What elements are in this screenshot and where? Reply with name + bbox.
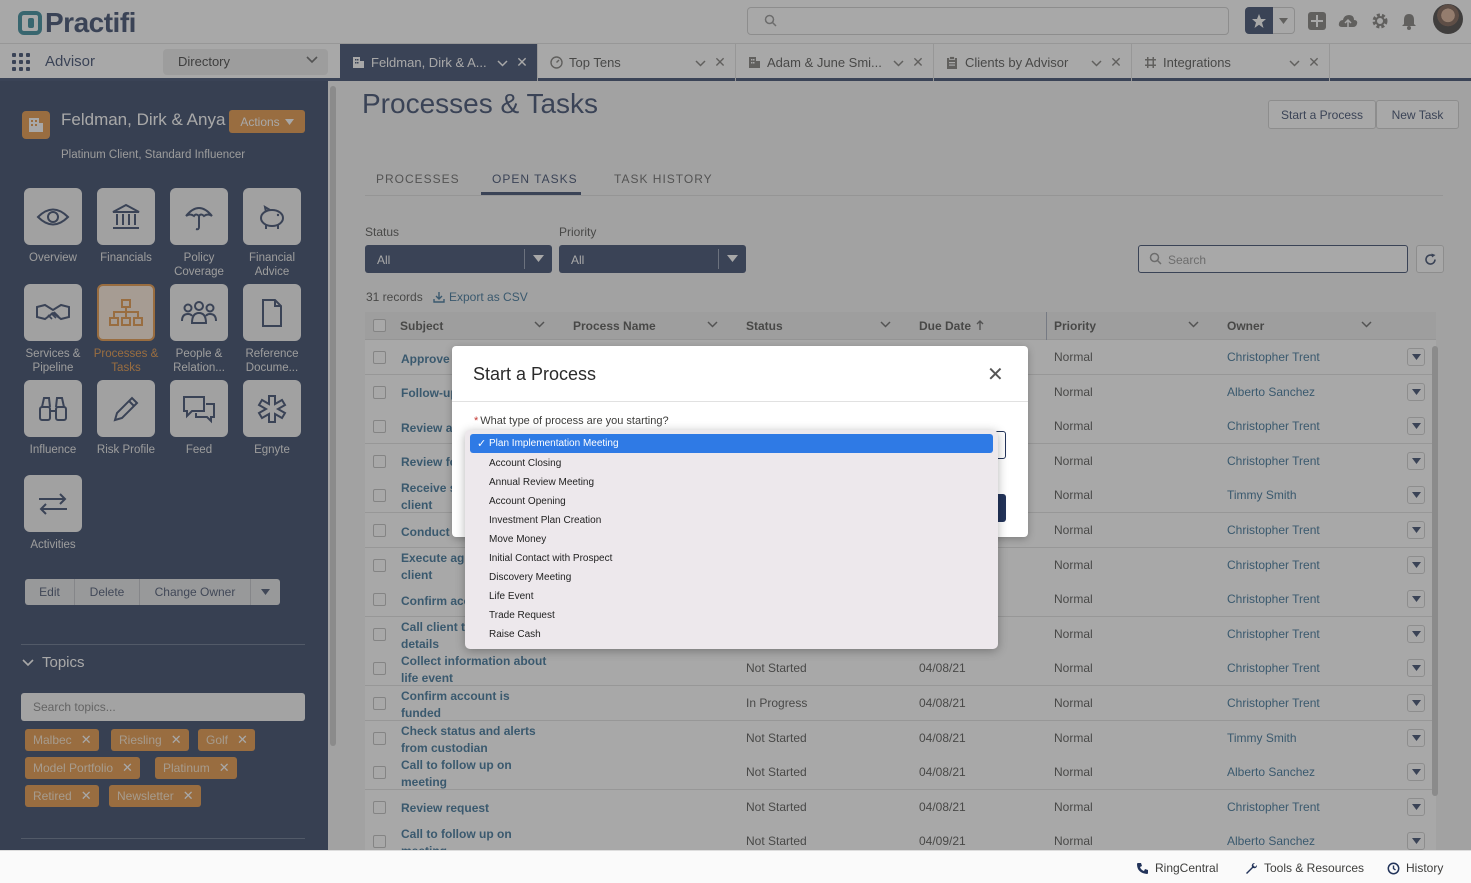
history-label: History	[1406, 861, 1444, 875]
dropdown-option[interactable]: Move Money	[489, 534, 546, 545]
ringcentral-label: RingCentral	[1155, 861, 1219, 875]
dropdown-option[interactable]: Annual Review Meeting	[489, 477, 594, 488]
dropdown-option[interactable]: Investment Plan Creation	[489, 515, 601, 526]
dropdown-option[interactable]: Life Event	[489, 591, 533, 602]
dropdown-option[interactable]: Account Opening	[489, 496, 566, 507]
dropdown-option-selected[interactable]: ✓ Plan Implementation Meeting	[470, 434, 993, 453]
ringcentral-button[interactable]: RingCentral	[1136, 861, 1218, 875]
required-mark: *	[474, 415, 479, 427]
utility-bar: RingCentral Tools & Resources History	[0, 850, 1471, 883]
dropdown-option[interactable]: Initial Contact with Prospect	[489, 553, 612, 564]
close-icon[interactable]: ✕	[987, 362, 1004, 387]
tools-label: Tools & Resources	[1264, 861, 1365, 875]
dropdown-option[interactable]: Trade Request	[489, 610, 555, 621]
dropdown-option[interactable]: Account Closing	[489, 458, 561, 469]
dropdown-option[interactable]: Raise Cash	[489, 629, 541, 640]
clock-icon	[1387, 862, 1400, 874]
history-button[interactable]: History	[1387, 861, 1443, 875]
dropdown-option[interactable]: Discovery Meeting	[489, 572, 571, 583]
checkmark-icon: ✓	[477, 438, 487, 450]
wrench-icon	[1246, 862, 1257, 874]
modal-title: Start a Process	[473, 364, 597, 384]
modal-divider	[452, 401, 1028, 402]
option-label: Plan Implementation Meeting	[489, 438, 619, 449]
process-type-options: ✓ Plan Implementation Meeting Account Cl…	[465, 430, 998, 649]
process-type-question: What type of process are you starting?	[480, 415, 669, 427]
tools-resources-button[interactable]: Tools & Resources	[1245, 861, 1364, 875]
phone-icon	[1137, 862, 1148, 874]
process-type-label: * What type of process are you starting?	[474, 415, 669, 427]
